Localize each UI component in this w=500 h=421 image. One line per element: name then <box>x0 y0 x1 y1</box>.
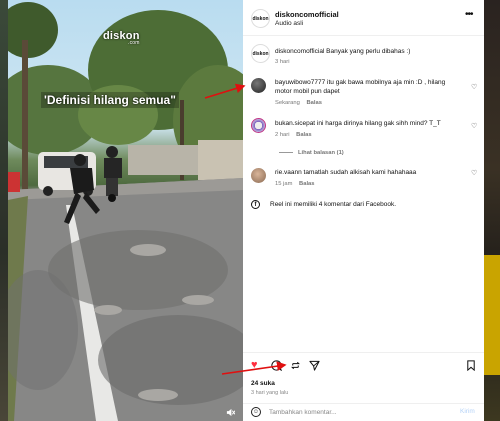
comments-panel: diskon diskoncomofficial Audio asli ••• … <box>243 0 484 421</box>
caption-time: 3 hari <box>275 59 290 65</box>
comment-meta: 15 jam Balas <box>275 181 320 187</box>
backdrop-right <box>484 0 500 421</box>
view-replies-button[interactable]: Lihat balasan (1) <box>279 150 344 156</box>
comment-meta: 2 hari Balas <box>275 132 317 138</box>
send-button[interactable]: Kirim <box>460 408 475 415</box>
comment-text: rie.vaann tamatlah sudah alkisah kami ha… <box>275 169 417 176</box>
like-comment-heart-icon[interactable]: ♡ <box>471 83 477 91</box>
reel-video[interactable]: diskon .com 'Definisi hilang semua" <box>8 0 243 421</box>
account-avatar[interactable]: diskon <box>251 9 270 28</box>
reply-button[interactable]: Balas <box>299 181 314 187</box>
like-comment-heart-icon[interactable]: ♡ <box>471 169 477 177</box>
caption-text: diskoncomofficial Banyak yang perlu diba… <box>275 48 411 55</box>
like-heart-icon[interactable]: ♥ <box>251 360 258 371</box>
comment-meta: Sekarang Balas <box>275 100 327 106</box>
comment-input[interactable] <box>269 406 449 419</box>
reply-button[interactable]: Balas <box>296 132 311 138</box>
reply-button[interactable]: Balas <box>306 100 321 106</box>
emoji-icon[interactable]: ☺ <box>251 407 261 417</box>
share-icon[interactable] <box>309 360 320 374</box>
comment-composer: ☺ Kirim <box>243 403 484 421</box>
bookmark-icon[interactable] <box>466 360 476 374</box>
video-caption-overlay: 'Definisi hilang semua" <box>41 92 179 108</box>
audio-link[interactable]: Audio asli <box>275 20 303 27</box>
post-date: 3 hari yang lalu <box>251 390 289 396</box>
comment-text: bukan.sicepat ini harga dirinya hilang g… <box>275 120 441 127</box>
post-viewer: { "photo": { "watermark": "diskon", "wat… <box>0 0 500 421</box>
facebook-comments-note: f Reel ini memiliki 4 komentar dari Faceb… <box>251 200 396 209</box>
facebook-icon: f <box>251 200 260 209</box>
likes-count[interactable]: 24 suka <box>251 380 275 387</box>
account-avatar[interactable]: diskon <box>251 44 270 63</box>
comment-time: 15 jam <box>275 181 293 187</box>
action-bar: ♥ 24 suka 3 hari yang lalu <box>243 352 484 402</box>
post-header: diskon diskoncomofficial Audio asli ••• <box>243 0 484 36</box>
commenter-avatar[interactable] <box>251 78 266 93</box>
comment-icon[interactable] <box>271 360 283 374</box>
backdrop-left <box>0 0 8 421</box>
comment-time: Sekarang <box>275 100 300 106</box>
diskon-watermark: diskon .com <box>103 30 140 46</box>
repost-icon[interactable] <box>290 360 301 374</box>
more-horizontal-icon[interactable]: ••• <box>465 9 473 20</box>
commenter-avatar[interactable] <box>251 168 266 183</box>
comment-text: bayuwibowo7777 itu gak bawa mobilnya aja… <box>275 79 446 95</box>
like-comment-heart-icon[interactable]: ♡ <box>471 122 477 130</box>
account-username[interactable]: diskoncomofficial <box>275 10 339 19</box>
comment-time: 2 hari <box>275 132 290 138</box>
commenter-avatar[interactable] <box>251 118 266 133</box>
